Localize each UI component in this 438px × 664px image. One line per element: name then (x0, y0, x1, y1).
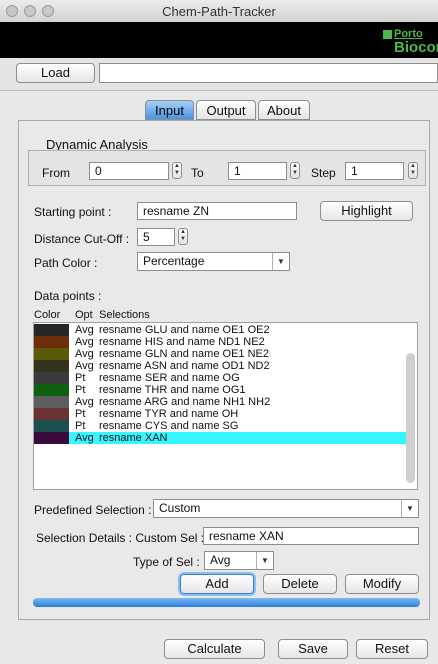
row-selection: resname CYS and name SG (99, 420, 239, 432)
step-label: Step (311, 166, 336, 180)
distance-cutoff-label: Distance Cut-Off : (34, 232, 130, 246)
highlight-button[interactable]: Highlight (320, 201, 413, 221)
list-item[interactable]: Avg resname GLN and name OE1 NE2 (34, 348, 406, 360)
row-selection: resname HIS and name ND1 NE2 (99, 336, 265, 348)
list-item[interactable]: Avg resname ARG and name NH1 NH2 (34, 396, 406, 408)
row-opt: Pt (75, 384, 86, 396)
column-header-color: Color (34, 309, 61, 321)
from-stepper[interactable]: ▲ ▼ (172, 162, 182, 179)
from-input[interactable]: 0 (89, 162, 169, 180)
color-swatch (34, 432, 69, 444)
color-swatch (34, 408, 69, 420)
type-of-sel-select[interactable]: Avg ▼ (204, 551, 274, 570)
title-bar: Chem-Path-Tracker (0, 0, 438, 23)
predefined-selection-label: Predefined Selection : (34, 503, 152, 517)
progress-bar (33, 598, 420, 607)
row-selection: resname THR and name OG1 (99, 384, 246, 396)
row-opt: Avg (75, 396, 94, 408)
delete-button[interactable]: Delete (263, 574, 337, 594)
load-toolbar: Load (0, 58, 438, 91)
list-item[interactable]: Avg resname ASN and name OD1 ND2 (34, 360, 406, 372)
color-swatch (34, 384, 69, 396)
row-opt: Avg (75, 432, 94, 444)
row-selection: resname XAN (99, 432, 168, 444)
data-points-list[interactable]: Avg resname GLU and name OE1 OE2 Avg resna… (33, 322, 418, 490)
row-opt: Avg (75, 324, 94, 336)
from-label: From (42, 166, 70, 180)
add-button[interactable]: Add (180, 574, 254, 594)
type-of-sel-label: Type of Sel : (133, 555, 200, 569)
starting-point-label: Starting point : (34, 205, 112, 219)
row-opt: Avg (75, 336, 94, 348)
logo-mark-icon (383, 30, 392, 39)
logo-line-2: Biocomp (394, 39, 438, 56)
column-header-selections: Selections (99, 309, 150, 321)
row-selection: resname ARG and name NH1 NH2 (99, 396, 271, 408)
window-title: Chem-Path-Tracker (162, 4, 276, 19)
to-label: To (191, 166, 204, 180)
reset-button[interactable]: Reset (356, 639, 428, 659)
predefined-selection-select[interactable]: Custom ▼ (153, 499, 419, 518)
list-item[interactable]: Avg resname GLU and name OE1 OE2 (34, 324, 406, 336)
load-button[interactable]: Load (16, 63, 95, 83)
porto-biocomp-logo: Porto Biocomp (383, 26, 438, 56)
step-input[interactable]: 1 (345, 162, 404, 180)
row-opt: Pt (75, 408, 86, 420)
color-swatch (34, 324, 69, 336)
row-selection: resname ASN and name OD1 ND2 (99, 360, 270, 372)
distance-cutoff-stepper[interactable]: ▲ ▼ (178, 228, 188, 245)
file-path-field[interactable] (99, 63, 438, 83)
row-opt: Avg (75, 360, 94, 372)
save-button[interactable]: Save (278, 639, 348, 659)
tab-output[interactable]: Output (196, 100, 256, 120)
step-stepper[interactable]: ▲ ▼ (408, 162, 418, 179)
type-of-sel-value: Avg (210, 553, 231, 567)
tab-about[interactable]: About (258, 100, 310, 120)
starting-point-input[interactable]: resname ZN (137, 202, 297, 220)
selection-details-label: Selection Details : Custom Sel : (36, 531, 205, 545)
path-color-value: Percentage (143, 254, 205, 268)
color-swatch (34, 396, 69, 408)
list-item[interactable]: Pt resname THR and name OG1 (34, 384, 406, 396)
selection-details-input[interactable]: resname XAN (203, 527, 419, 545)
chevron-down-icon: ▼ (272, 253, 289, 270)
color-swatch (34, 372, 69, 384)
path-color-label: Path Color : (34, 256, 98, 270)
row-selection: resname GLU and name OE1 OE2 (99, 324, 270, 336)
path-color-select[interactable]: Percentage ▼ (137, 252, 290, 271)
column-header-opt: Opt (75, 309, 93, 321)
row-opt: Pt (75, 372, 86, 384)
row-selection: resname TYR and name OH (99, 408, 239, 420)
chevron-down-icon: ▼ (256, 552, 273, 569)
calculate-button[interactable]: Calculate (164, 639, 265, 659)
list-item[interactable]: Pt resname CYS and name SG (34, 420, 406, 432)
modify-button[interactable]: Modify (345, 574, 419, 594)
list-item[interactable]: Avg resname HIS and name ND1 NE2 (34, 336, 406, 348)
list-item-selected[interactable]: Avg resname XAN (34, 432, 406, 444)
color-swatch (34, 336, 69, 348)
chevron-down-icon: ▼ (401, 500, 418, 517)
color-swatch (34, 420, 69, 432)
list-item[interactable]: Pt resname SER and name OG (34, 372, 406, 384)
color-swatch (34, 360, 69, 372)
banner: Porto Biocomp (0, 22, 438, 58)
row-selection: resname SER and name OG (99, 372, 240, 384)
color-swatch (34, 348, 69, 360)
tab-input[interactable]: Input (145, 100, 194, 120)
list-item[interactable]: Pt resname TYR and name OH (34, 408, 406, 420)
to-stepper[interactable]: ▲ ▼ (290, 162, 300, 179)
to-input[interactable]: 1 (228, 162, 287, 180)
row-opt: Avg (75, 348, 94, 360)
row-opt: Pt (75, 420, 86, 432)
row-selection: resname GLN and name OE1 NE2 (99, 348, 269, 360)
data-points-label: Data points : (34, 289, 102, 303)
distance-cutoff-input[interactable]: 5 (137, 228, 175, 246)
predefined-selection-value: Custom (159, 501, 201, 515)
list-scrollbar[interactable] (406, 353, 415, 483)
